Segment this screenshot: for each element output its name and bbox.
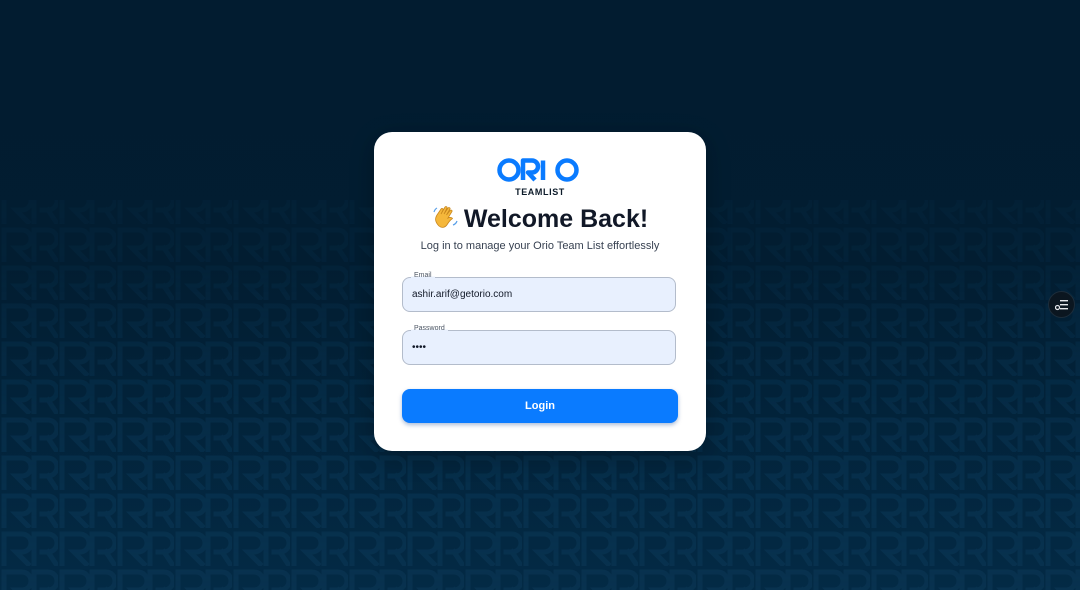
logo-product-name: TEAMLIST	[515, 187, 565, 197]
email-input[interactable]	[412, 278, 667, 311]
email-field-container: Email	[402, 271, 676, 312]
login-card: TEAMLIST Welcome Back! Log in to manage …	[374, 132, 706, 451]
orio-logo-mark	[497, 158, 579, 182]
login-button[interactable]: Login	[402, 389, 678, 423]
password-field-container: Password	[402, 324, 676, 365]
welcome-title: Welcome Back!	[463, 205, 649, 233]
floating-settings-button[interactable]	[1048, 291, 1075, 318]
waving-hand-icon	[433, 206, 458, 229]
orio-teamlist-logo: TEAMLIST	[497, 157, 583, 199]
login-subtitle: Log in to manage your Orio Team List eff…	[420, 240, 660, 252]
password-input[interactable]	[412, 331, 667, 364]
settings-list-icon	[1055, 300, 1068, 311]
welcome-heading: Welcome Back!	[374, 202, 706, 236]
